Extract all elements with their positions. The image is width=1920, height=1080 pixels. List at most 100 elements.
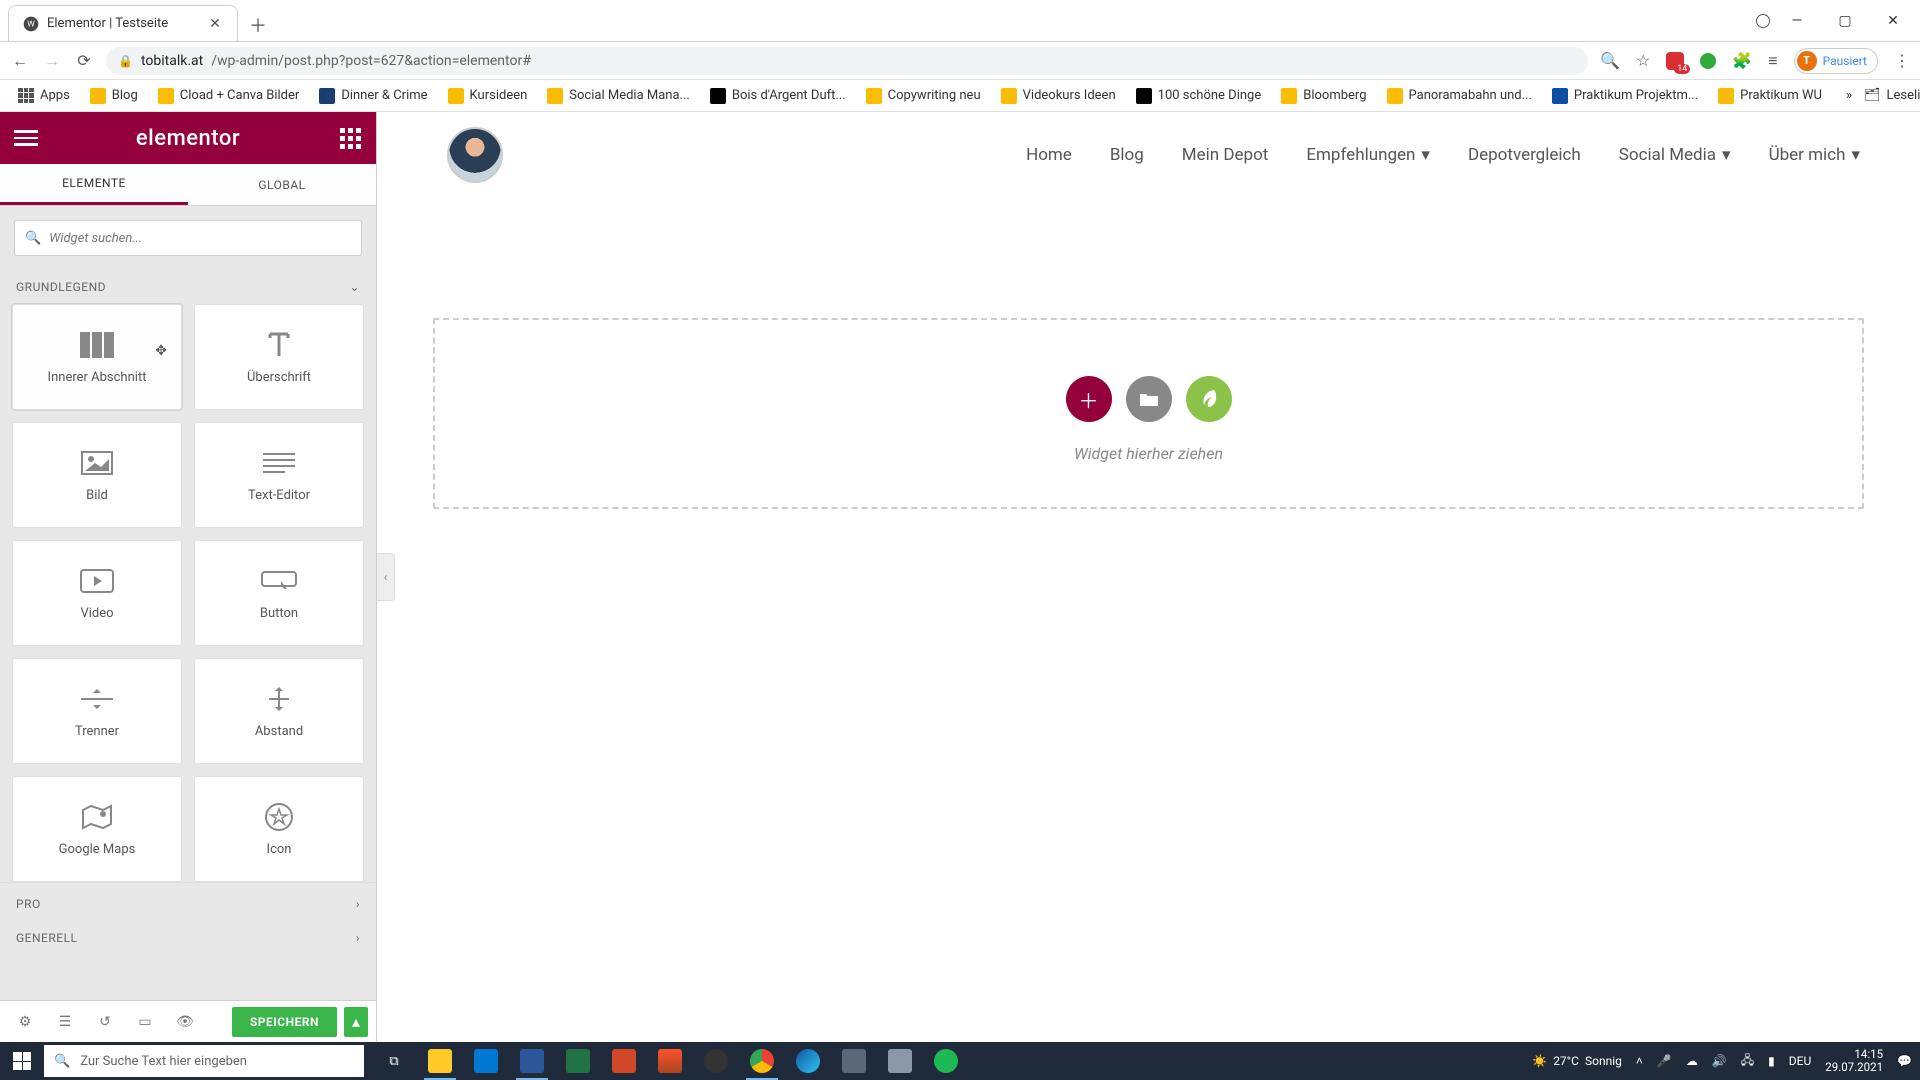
history-button[interactable]: ↺	[88, 1007, 122, 1037]
nav-depotvergleich[interactable]: Depotvergleich	[1468, 145, 1581, 165]
bookmark-item[interactable]: Bois d'Argent Duft...	[702, 84, 854, 108]
app-excel[interactable]	[556, 1042, 600, 1080]
cloud-icon[interactable]: ☁	[1686, 1054, 1698, 1068]
language-indicator[interactable]: DEU	[1789, 1054, 1811, 1068]
reload-button[interactable]: ⟳	[74, 51, 94, 70]
nav-empfehlungen[interactable]: Empfehlungen▾	[1306, 145, 1430, 165]
weather-widget[interactable]: ☀️ 27°C Sonnig	[1532, 1054, 1622, 1068]
widget-video[interactable]: Video	[12, 540, 182, 646]
navigator-button[interactable]: ☰	[48, 1007, 82, 1037]
widget-divider[interactable]: Trenner	[12, 658, 182, 764]
volume-icon[interactable]: 🔊	[1712, 1054, 1727, 1068]
app-mail[interactable]	[464, 1042, 508, 1080]
bookmark-item[interactable]: Bloomberg	[1273, 84, 1374, 108]
nav-home[interactable]: Home	[1026, 145, 1072, 165]
widget-image[interactable]: Bild	[12, 422, 182, 528]
taskbar-search[interactable]: 🔍 Zur Suche Text hier eingeben	[44, 1045, 364, 1077]
back-button[interactable]: ←	[10, 51, 30, 71]
search-input[interactable]	[49, 231, 351, 246]
menu-icon[interactable]: ⋮	[1894, 51, 1910, 70]
star-icon[interactable]: ☆	[1636, 51, 1650, 70]
extensions-icon[interactable]: 🧩	[1732, 51, 1752, 70]
widget-heading[interactable]: Überschrift	[194, 304, 364, 410]
bookmark-item[interactable]: Videokurs Ideen	[993, 84, 1124, 108]
zoom-icon[interactable]: 🔍	[1600, 51, 1620, 70]
browser-tab[interactable]: W Elementor | Testseite ✕	[8, 5, 238, 41]
forward-button[interactable]: →	[42, 51, 62, 71]
extension-green-icon[interactable]	[1700, 53, 1716, 69]
bookmark-item[interactable]: Cload + Canva Bilder	[150, 84, 308, 108]
bookmark-apps[interactable]: Apps	[10, 84, 78, 108]
app-generic2[interactable]	[878, 1042, 922, 1080]
bookmark-item[interactable]: Blog	[82, 84, 146, 108]
bookmark-item[interactable]: Panoramabahn und...	[1379, 84, 1540, 108]
tab-global[interactable]: GLOBAL	[188, 164, 376, 205]
panel-collapse-handle[interactable]: ‹	[377, 553, 395, 601]
app-generic1[interactable]	[832, 1042, 876, 1080]
bookmark-item[interactable]: Copywriting neu	[858, 84, 989, 108]
tray-chevron-icon[interactable]: ˄	[1636, 1054, 1643, 1068]
app-chrome[interactable]	[740, 1042, 784, 1080]
mic-icon[interactable]: 🎤	[1657, 1054, 1672, 1068]
app-word[interactable]	[510, 1042, 554, 1080]
close-window-button[interactable]: ✕	[1872, 7, 1914, 35]
bookmark-item[interactable]: Social Media Mana...	[539, 84, 698, 108]
profile-chip[interactable]: T Pausiert	[1794, 48, 1878, 74]
notifications-icon[interactable]: 💬	[1897, 1054, 1912, 1068]
menu-button[interactable]	[14, 126, 38, 150]
responsive-button[interactable]: ▭	[128, 1007, 162, 1037]
account-dot-icon[interactable]	[1756, 14, 1770, 28]
app-brave[interactable]	[648, 1042, 692, 1080]
save-options-button[interactable]: ▴	[344, 1007, 368, 1037]
category-general[interactable]: GENERELL ›	[0, 925, 376, 959]
bookmark-item[interactable]: Praktikum Projektm...	[1544, 84, 1706, 108]
app-spotify[interactable]	[924, 1042, 968, 1080]
category-pro[interactable]: PRO ›	[0, 882, 376, 925]
nav-blog[interactable]: Blog	[1110, 145, 1144, 165]
envato-button[interactable]	[1186, 376, 1232, 422]
nav-about[interactable]: Über mich▾	[1769, 145, 1860, 165]
widget-button[interactable]: Button	[194, 540, 364, 646]
add-template-button[interactable]	[1126, 376, 1172, 422]
new-tab-button[interactable]: ＋	[250, 17, 266, 33]
save-button[interactable]: SPEICHERN	[232, 1007, 337, 1037]
app-edge[interactable]	[786, 1042, 830, 1080]
widget-spacer[interactable]: Abstand	[194, 658, 364, 764]
add-section-button[interactable]: ＋	[1066, 376, 1112, 422]
widget-icon[interactable]: Icon	[194, 776, 364, 882]
reading-list-button[interactable]: 🗂Leseliste	[1864, 88, 1920, 103]
section-dropzone[interactable]: ＋ Widget hierher ziehen	[433, 318, 1864, 509]
bookmark-item[interactable]: Dinner & Crime	[311, 84, 435, 108]
chevron-right-icon: ›	[356, 897, 360, 911]
widget-google-maps[interactable]: Google Maps	[12, 776, 182, 882]
minimize-button[interactable]: ―	[1776, 7, 1818, 35]
widgets-grid-button[interactable]	[338, 126, 362, 150]
preview-button[interactable]: 👁	[168, 1007, 202, 1037]
close-tab-icon[interactable]: ✕	[207, 16, 223, 32]
nav-depot[interactable]: Mein Depot	[1182, 145, 1269, 165]
widget-inner-section[interactable]: Innerer Abschnitt ✥	[12, 304, 182, 410]
widget-search[interactable]: 🔍	[14, 220, 362, 256]
readlist-icon[interactable]: ≡	[1768, 51, 1777, 71]
nav-social[interactable]: Social Media▾	[1619, 145, 1731, 165]
taskbar-clock[interactable]: 14:15 29.07.2021	[1825, 1048, 1883, 1074]
bookmark-item[interactable]: 100 schöne Dinge	[1128, 84, 1270, 108]
url-field[interactable]: 🔒 tobitalk.at/wp-admin/post.php?post=627…	[106, 47, 1588, 75]
app-explorer[interactable]	[418, 1042, 462, 1080]
site-logo-avatar[interactable]	[447, 127, 503, 183]
network-icon[interactable]: 🖧	[1741, 1051, 1754, 1072]
settings-button[interactable]: ⚙	[8, 1007, 42, 1037]
bookmark-item[interactable]: Praktikum WU	[1710, 84, 1830, 108]
battery-icon[interactable]: ▮	[1768, 1054, 1775, 1068]
maximize-button[interactable]: ▢	[1824, 7, 1866, 35]
tab-elements[interactable]: ELEMENTE	[0, 164, 188, 205]
app-powerpoint[interactable]	[602, 1042, 646, 1080]
widget-text-editor[interactable]: Text-Editor	[194, 422, 364, 528]
app-obs[interactable]	[694, 1042, 738, 1080]
start-button[interactable]	[0, 1042, 44, 1080]
bookmarks-overflow-icon[interactable]: »	[1838, 88, 1860, 103]
category-basic[interactable]: GRUNDLEGEND ⌄	[0, 270, 376, 304]
extension-lastpass-icon[interactable]: 14	[1666, 52, 1684, 70]
task-view-button[interactable]: ⧉	[372, 1042, 416, 1080]
bookmark-item[interactable]: Kursideen	[440, 84, 536, 108]
